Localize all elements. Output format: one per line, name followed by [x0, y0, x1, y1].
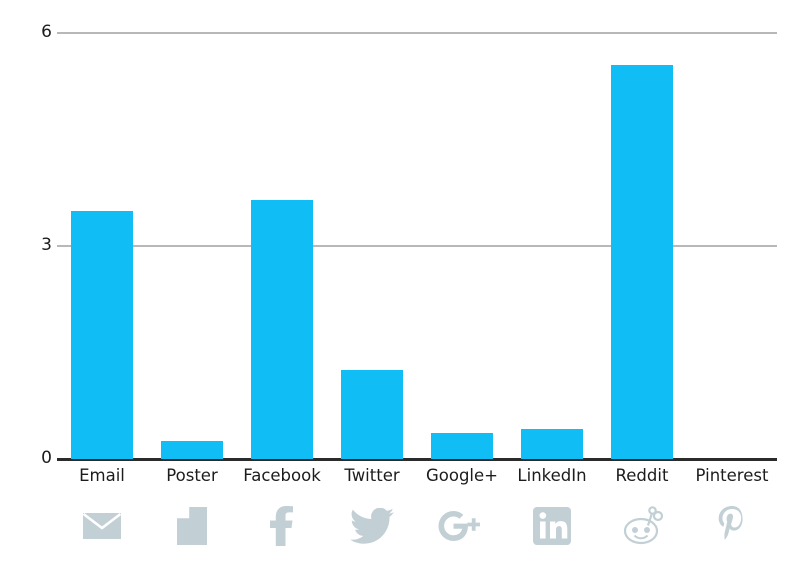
- bar-slot: [237, 0, 327, 459]
- bar-facebook[interactable]: [251, 199, 313, 459]
- bar-slot: [507, 0, 597, 459]
- bar-reddit[interactable]: [611, 64, 673, 459]
- bar-linkedin[interactable]: [521, 429, 583, 459]
- linkedin-icon: [507, 500, 597, 552]
- x-axis-labels: Email Poster Facebook Twitter Google+ LinkedI…: [57, 466, 777, 492]
- twitter-icon: [327, 500, 417, 552]
- bar-poster[interactable]: [161, 441, 223, 459]
- document-icon: [147, 500, 237, 552]
- reddit-icon: [597, 500, 687, 552]
- bar-slot: [417, 0, 507, 459]
- envelope-icon: [57, 500, 147, 552]
- bar-slot: [57, 0, 147, 459]
- bar-google[interactable]: [431, 432, 493, 459]
- bar-slot: [597, 0, 687, 459]
- bar-slot: [687, 0, 777, 459]
- y-tick-label-0: 0: [41, 448, 52, 468]
- plot-area: 6 3 0: [0, 0, 800, 470]
- pinterest-icon: [687, 500, 777, 552]
- bar-slot: [147, 0, 237, 459]
- x-axis-label-linkedin: LinkedIn: [517, 466, 587, 485]
- y-tick-label-3: 3: [41, 235, 52, 255]
- bar-chart: 6 3 0 Email Poster Facebook Twitter Google+ L…: [0, 0, 800, 588]
- bars-group: [57, 0, 777, 459]
- y-tick-label-6: 6: [41, 22, 52, 42]
- channel-icons-row: [57, 500, 777, 560]
- x-axis-label-twitter: Twitter: [344, 466, 400, 485]
- googleplus-icon: [417, 500, 507, 552]
- x-axis-label-pinterest: Pinterest: [695, 466, 769, 485]
- bar-slot: [327, 0, 417, 459]
- x-axis-label-reddit: Reddit: [615, 466, 669, 485]
- bar-email[interactable]: [71, 210, 133, 459]
- facebook-icon: [237, 500, 327, 552]
- x-axis-label-email: Email: [79, 466, 125, 485]
- x-axis-label-facebook: Facebook: [243, 466, 321, 485]
- bar-twitter[interactable]: [341, 370, 403, 459]
- x-axis-label-google: Google+: [425, 466, 498, 485]
- x-axis-label-poster: Poster: [166, 466, 218, 485]
